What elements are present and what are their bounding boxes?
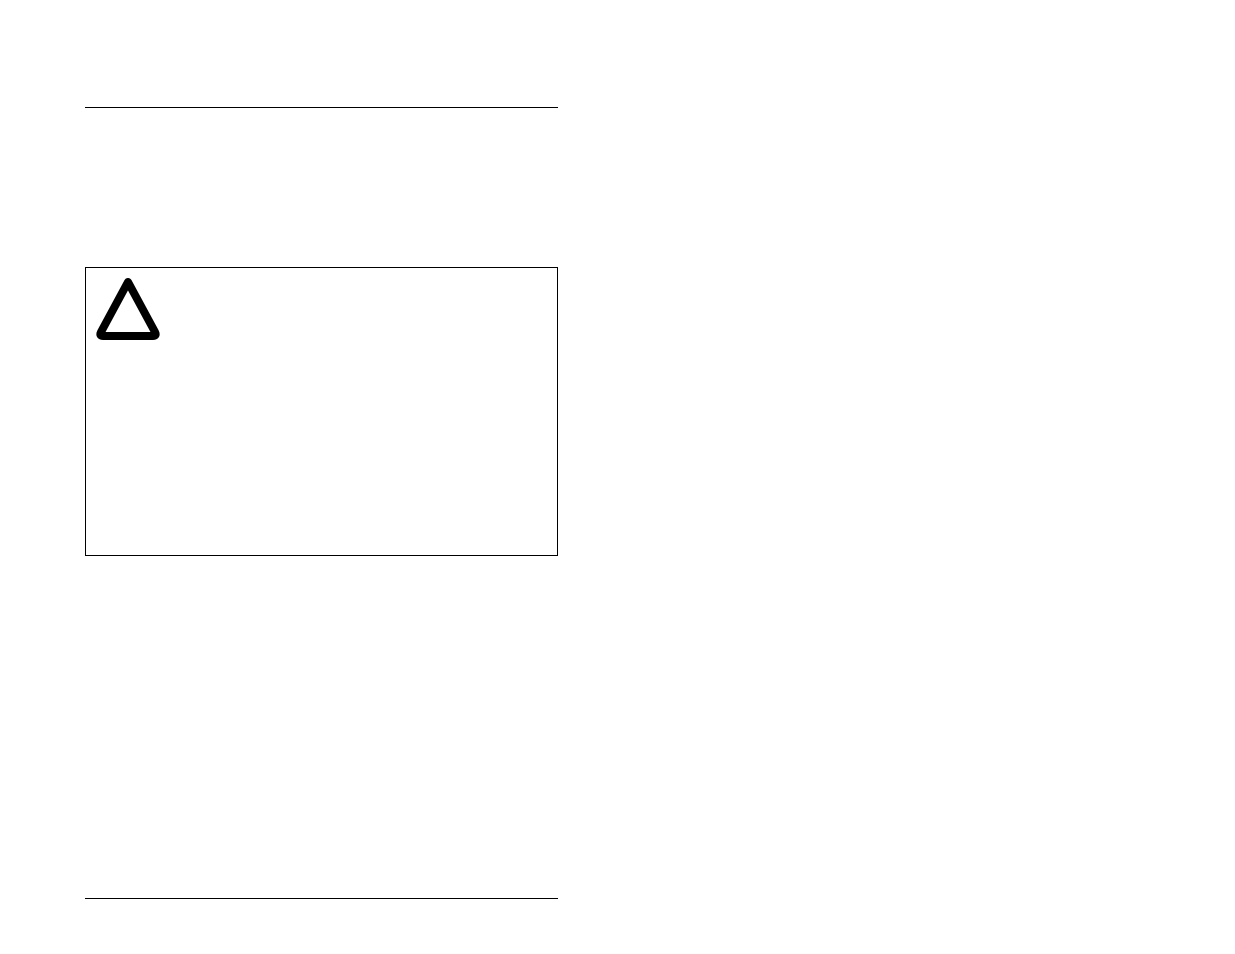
top-horizontal-rule <box>85 107 558 108</box>
caution-triangle-icon <box>93 275 163 343</box>
bottom-horizontal-rule <box>85 898 558 899</box>
document-page <box>0 0 1235 954</box>
caution-box <box>85 267 558 556</box>
